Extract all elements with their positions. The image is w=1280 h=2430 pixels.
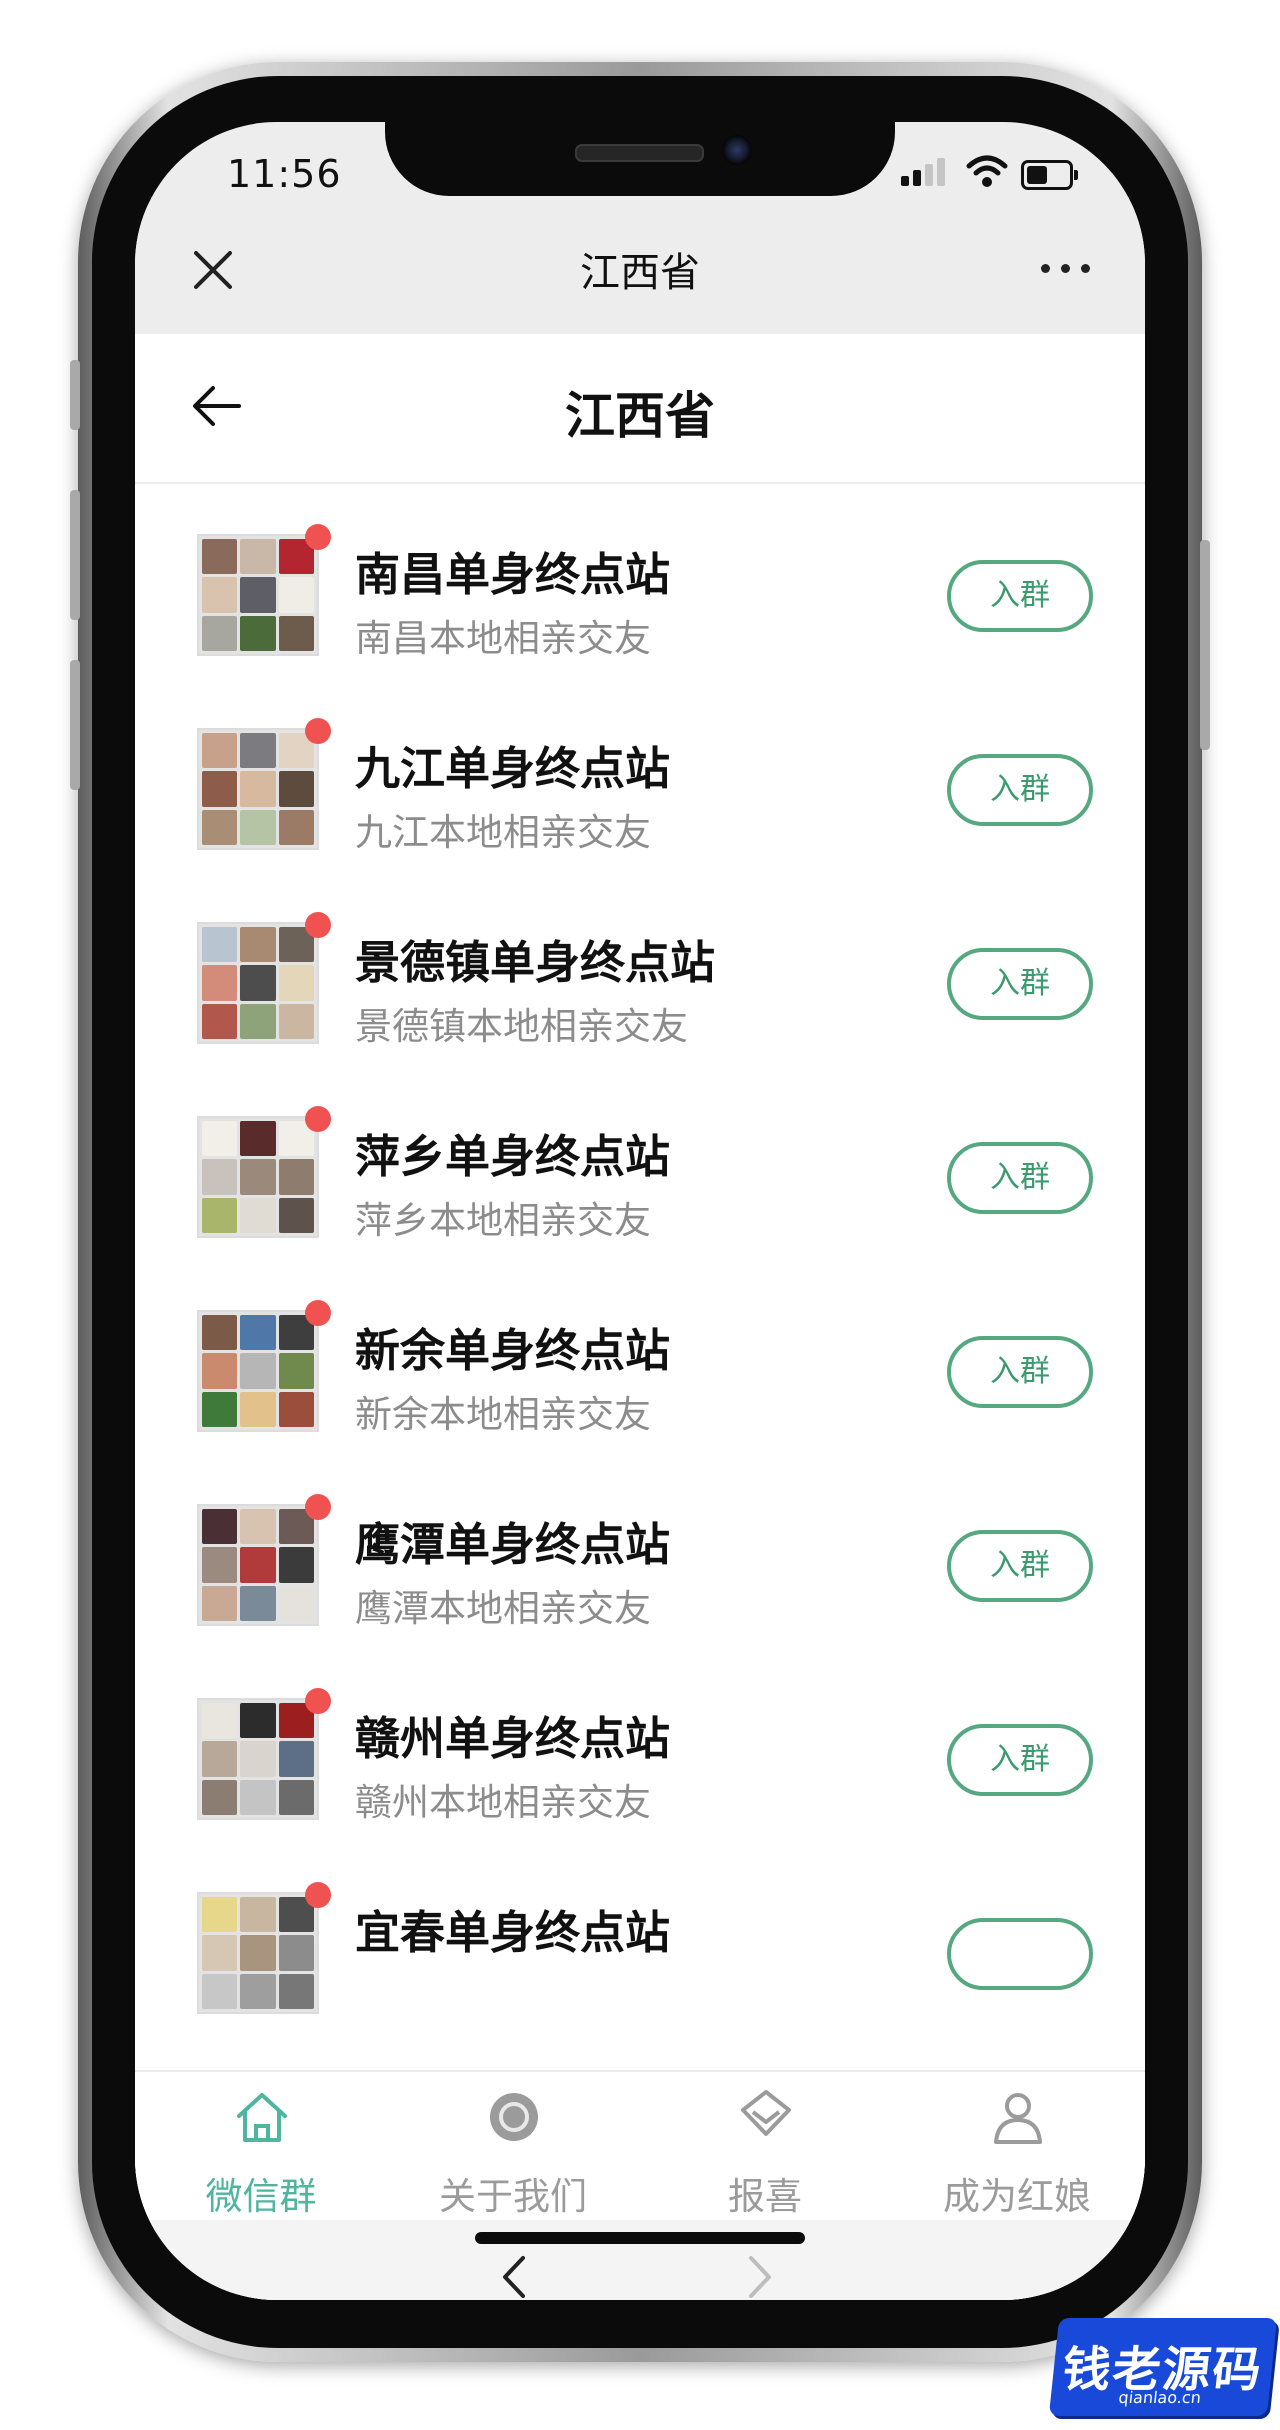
home-indicator[interactable] — [475, 2232, 805, 2244]
group-name: 九江单身终点站 — [355, 742, 671, 795]
page-header: 江西省 — [135, 334, 1145, 484]
wifi-icon — [966, 155, 1008, 187]
chevron-right-icon[interactable] — [739, 2252, 779, 2300]
unread-dot — [305, 718, 331, 744]
join-group-button[interactable]: 入群 — [947, 560, 1093, 632]
group-name: 鹰潭单身终点站 — [355, 1518, 671, 1571]
speaker — [575, 144, 704, 162]
group-name: 景德镇单身终点站 — [355, 936, 716, 989]
group-name: 宜春单身终点站 — [355, 1906, 671, 1959]
group-name: 萍乡单身终点站 — [355, 1130, 671, 1183]
group-name: 新余单身终点站 — [355, 1324, 671, 1377]
group-desc: 赣州本地相亲交友 — [355, 1781, 651, 1824]
tab-bar: 微信群 关于我们 报喜 成为红娘 — [135, 2070, 1145, 2222]
list-item[interactable]: 九江单身终点站 九江本地相亲交友 入群 — [135, 678, 1145, 872]
wechat-nav-bar: 江西省 — [135, 204, 1145, 334]
diamond-icon — [741, 2090, 791, 2136]
list-item[interactable]: 景德镇单身终点站 景德镇本地相亲交友 入群 — [135, 872, 1145, 1066]
group-avatar — [197, 922, 319, 1044]
list-item[interactable]: 宜春单身终点站 — [135, 1842, 1145, 2036]
unread-dot — [305, 1882, 331, 1908]
join-group-button[interactable]: 入群 — [947, 1142, 1093, 1214]
page-content: 江西省 南昌单身终点站 南昌本地相亲交友 入群 九江单身终点站 九江本地相亲交友… — [135, 334, 1145, 2300]
signal-icon — [901, 156, 951, 192]
group-desc: 景德镇本地相亲交友 — [355, 1005, 688, 1048]
tab-about-us[interactable]: 关于我们 — [387, 2072, 639, 2222]
mute-switch — [70, 360, 80, 430]
unread-dot — [305, 524, 331, 550]
group-desc: 新余本地相亲交友 — [355, 1393, 651, 1436]
list-item[interactable]: 鹰潭单身终点站 鹰潭本地相亲交友 入群 — [135, 1454, 1145, 1648]
join-group-button[interactable]: 入群 — [947, 1724, 1093, 1796]
list-item[interactable]: 萍乡单身终点站 萍乡本地相亲交友 入群 — [135, 1066, 1145, 1260]
list-item[interactable]: 新余单身终点站 新余本地相亲交友 入群 — [135, 1260, 1145, 1454]
group-name: 南昌单身终点站 — [355, 548, 671, 601]
front-camera — [722, 135, 752, 165]
phone-screen: 11:56 江西省 江西省 南昌单身终点站 南昌本地相亲交友 入群 九江单身终点… — [135, 122, 1145, 2300]
list-item[interactable]: 南昌单身终点站 南昌本地相亲交友 入群 — [135, 484, 1145, 678]
group-avatar — [197, 534, 319, 656]
tab-label: 关于我们 — [439, 2175, 587, 2218]
info-circle-icon — [490, 2093, 538, 2141]
tab-label: 成为红娘 — [943, 2175, 1091, 2218]
more-icon[interactable] — [1041, 264, 1093, 274]
group-desc: 九江本地相亲交友 — [355, 811, 651, 854]
notch — [385, 122, 895, 196]
group-name: 赣州单身终点站 — [355, 1712, 671, 1765]
join-group-button[interactable]: 入群 — [947, 948, 1093, 1020]
page-title: 江西省 — [565, 387, 715, 445]
home-icon — [237, 2093, 287, 2142]
wechat-title: 江西省 — [580, 250, 700, 296]
unread-dot — [305, 1300, 331, 1326]
unread-dot — [305, 1688, 331, 1714]
tab-good-news[interactable]: 报喜 — [639, 2072, 891, 2222]
unread-dot — [305, 1106, 331, 1132]
status-time: 11:56 — [227, 152, 342, 196]
chevron-left-icon[interactable] — [495, 2252, 535, 2300]
group-desc: 萍乡本地相亲交友 — [355, 1199, 651, 1242]
group-avatar — [197, 728, 319, 850]
group-desc: 南昌本地相亲交友 — [355, 617, 651, 660]
join-group-button[interactable]: 入群 — [947, 1530, 1093, 1602]
list-item[interactable]: 赣州单身终点站 赣州本地相亲交友 入群 — [135, 1648, 1145, 1842]
group-list[interactable]: 南昌单身终点站 南昌本地相亲交友 入群 九江单身终点站 九江本地相亲交友 入群 — [135, 484, 1145, 2070]
volume-down-button — [70, 660, 80, 790]
unread-dot — [305, 912, 331, 938]
user-icon — [994, 2093, 1042, 2144]
volume-up-button — [70, 490, 80, 620]
group-avatar — [197, 1504, 319, 1626]
tab-label: 报喜 — [728, 2175, 802, 2218]
tab-wechat-group[interactable]: 微信群 — [135, 2072, 387, 2222]
join-group-button[interactable] — [947, 1918, 1093, 1990]
battery-icon — [1021, 160, 1078, 190]
group-avatar — [197, 1892, 319, 2014]
join-group-button[interactable]: 入群 — [947, 754, 1093, 826]
join-group-button[interactable]: 入群 — [947, 1336, 1093, 1408]
unread-dot — [305, 1494, 331, 1520]
group-avatar — [197, 1698, 319, 1820]
power-button — [1200, 540, 1210, 750]
group-avatar — [197, 1310, 319, 1432]
group-avatar — [197, 1116, 319, 1238]
group-desc: 鹰潭本地相亲交友 — [355, 1587, 651, 1630]
watermark-logo: 钱老源码 qianlao.cn — [1048, 2318, 1278, 2416]
tab-label: 微信群 — [205, 2175, 317, 2218]
watermark-sub: qianlao.cn — [1117, 2388, 1202, 2407]
tab-become-matchmaker[interactable]: 成为红娘 — [891, 2072, 1143, 2222]
